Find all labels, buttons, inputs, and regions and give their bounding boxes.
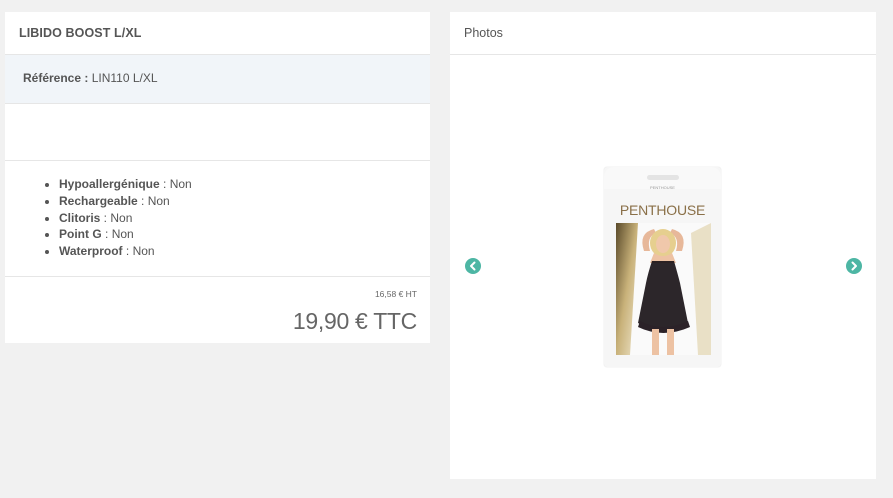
feature-value: Non bbox=[110, 210, 133, 225]
feature-label: Hypoallergénique bbox=[59, 177, 160, 191]
product-photo[interactable]: PENTHOUSE PENTHOUSE bbox=[604, 167, 721, 367]
feature-value: Non bbox=[169, 177, 192, 191]
pack-brand-logo: PENTHOUSE bbox=[619, 202, 706, 218]
feature-separator: : bbox=[100, 210, 111, 225]
carousel-prev-button[interactable] bbox=[465, 258, 481, 274]
reference-label: Référence : bbox=[23, 71, 89, 85]
pack-small-text: PENTHOUSE bbox=[650, 185, 675, 190]
price-ttc: 19,90 € TTC bbox=[292, 308, 417, 334]
feature-item: Hypoallergénique : Non bbox=[59, 176, 430, 193]
feature-value: Non bbox=[111, 227, 134, 242]
feature-label: Point G bbox=[59, 227, 102, 242]
feature-separator: : bbox=[122, 244, 133, 259]
product-info-panel: LIBIDO BOOST L/XL Référence : LIN110 L/X… bbox=[5, 12, 430, 343]
feature-separator: : bbox=[101, 227, 112, 242]
pack-model-image bbox=[616, 223, 711, 355]
carousel-next-button[interactable] bbox=[846, 258, 862, 274]
features-section: Hypoallergénique : Non Rechargeable : No… bbox=[5, 161, 430, 277]
model-illustration bbox=[616, 223, 711, 355]
feature-value: Non bbox=[147, 193, 170, 208]
description-area bbox=[5, 104, 430, 161]
features-list: Hypoallergénique : Non Rechargeable : No… bbox=[5, 176, 430, 260]
feature-label: Clitoris bbox=[59, 210, 101, 225]
chevron-left-icon bbox=[470, 261, 476, 271]
feature-item: Clitoris : Non bbox=[59, 210, 430, 227]
reference-value: LIN110 L/XL bbox=[91, 71, 158, 85]
price-ht: 16,58 € HT bbox=[374, 289, 417, 299]
photos-title: Photos bbox=[450, 12, 876, 55]
feature-separator: : bbox=[137, 193, 148, 208]
feature-label: Waterproof bbox=[59, 244, 123, 259]
chevron-right-icon bbox=[851, 261, 857, 271]
reference-row: Référence : LIN110 L/XL bbox=[5, 55, 430, 104]
feature-item: Rechargeable : Non bbox=[59, 193, 430, 210]
photos-panel: Photos PENTHOUSE PENTHOUSE bbox=[450, 12, 876, 479]
feature-item: Waterproof : Non bbox=[59, 243, 430, 260]
feature-label: Rechargeable bbox=[59, 193, 138, 208]
feature-value: Non bbox=[132, 244, 155, 259]
price-block: 16,58 € HT 19,90 € TTC bbox=[5, 277, 430, 341]
photo-carousel: PENTHOUSE PENTHOUSE bbox=[450, 55, 876, 478]
feature-item: Point G : Non bbox=[59, 226, 430, 243]
pack-hanger-hole bbox=[647, 175, 679, 180]
feature-separator: : bbox=[159, 177, 170, 191]
product-title: LIBIDO BOOST L/XL bbox=[5, 12, 430, 55]
